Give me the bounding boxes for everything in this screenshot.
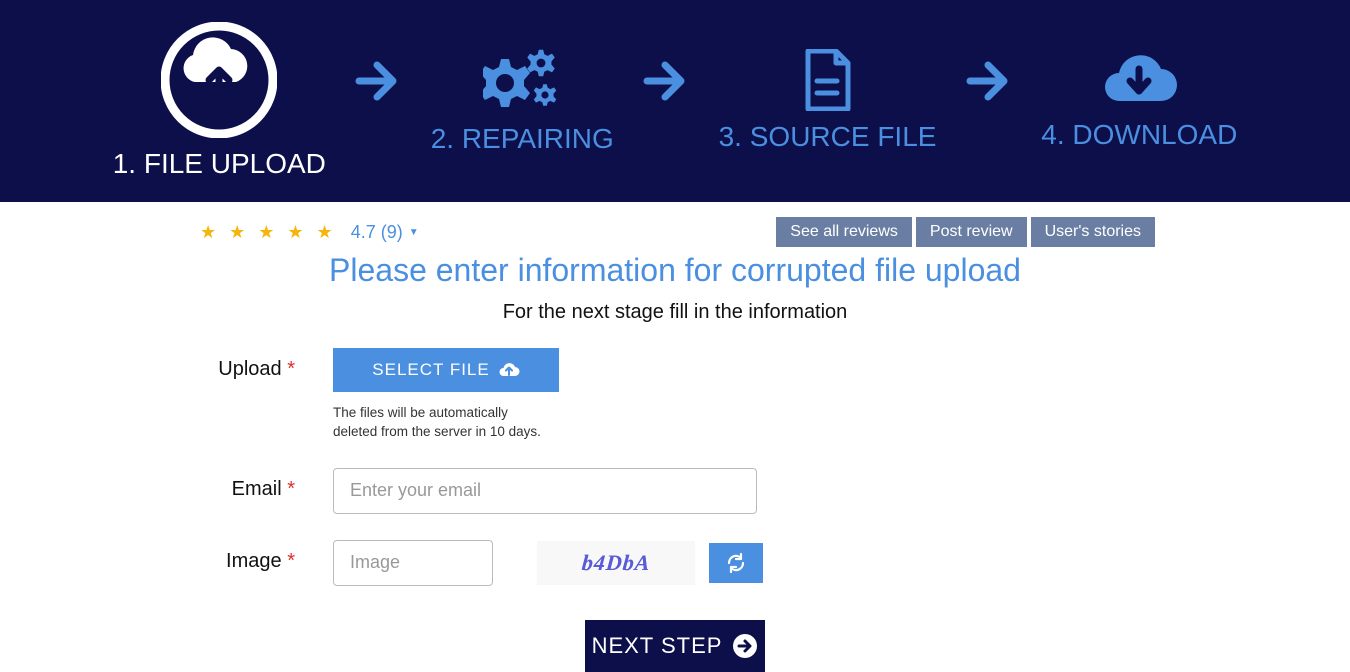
cloud-download-icon	[1099, 51, 1179, 109]
arrow-icon	[639, 54, 693, 108]
post-review-button[interactable]: Post review	[916, 217, 1027, 247]
next-step-label: NEXT STEP	[592, 633, 723, 659]
step-download: 4. DOWNLOAD	[1041, 51, 1237, 151]
steps-bar: 1. FILE UPLOAD 2. REPAIRING	[0, 0, 1350, 202]
step-source-file: 3. SOURCE FILE	[719, 49, 937, 153]
step-label: 1. FILE UPLOAD	[113, 148, 326, 180]
upload-row: Upload * SELECT FILE The files will be a…	[195, 348, 1155, 442]
caret-down-icon: ▼	[409, 227, 419, 238]
star-rating: ★ ★ ★ ★ ★	[200, 222, 337, 243]
step-repairing: 2. REPAIRING	[431, 47, 614, 155]
refresh-captcha-button[interactable]	[709, 543, 763, 583]
cloud-upload-icon	[498, 362, 520, 378]
arrow-icon	[351, 54, 405, 108]
select-file-label: SELECT FILE	[372, 360, 489, 380]
gears-icon	[483, 47, 561, 113]
rating-value: 4.7 (9)	[351, 222, 403, 243]
select-file-button[interactable]: SELECT FILE	[333, 348, 559, 392]
captcha-image: b4DbA	[537, 541, 695, 585]
step-label: 4. DOWNLOAD	[1041, 119, 1237, 151]
image-label: Image *	[195, 540, 295, 573]
captcha-field[interactable]	[333, 540, 493, 586]
arrow-icon	[962, 54, 1016, 108]
step-label: 3. SOURCE FILE	[719, 121, 937, 153]
reviews-row: ★ ★ ★ ★ ★ 4.7 (9) ▼ See all reviews Post…	[195, 202, 1155, 252]
email-label: Email *	[195, 468, 295, 501]
image-row: Image * b4DbA	[195, 540, 1155, 586]
next-step-button[interactable]: NEXT STEP	[585, 620, 765, 672]
refresh-icon	[726, 553, 746, 573]
cloud-upload-circle-icon	[161, 22, 277, 138]
upload-label: Upload *	[195, 348, 295, 381]
see-all-reviews-button[interactable]: See all reviews	[776, 217, 912, 247]
users-stories-button[interactable]: User's stories	[1031, 217, 1155, 247]
upload-helper-text: The files will be automatically deleted …	[333, 404, 553, 442]
reviews-buttons: See all reviews Post review User's stori…	[776, 217, 1155, 247]
rating-dropdown[interactable]: 4.7 (9) ▼	[351, 222, 419, 243]
upload-form: Upload * SELECT FILE The files will be a…	[195, 348, 1155, 672]
page-title: Please enter information for corrupted f…	[0, 252, 1350, 289]
email-row: Email *	[195, 468, 1155, 514]
email-field[interactable]	[333, 468, 757, 514]
step-file-upload: 1. FILE UPLOAD	[113, 22, 326, 180]
file-icon	[803, 49, 853, 111]
page-subtitle: For the next stage fill in the informati…	[0, 301, 1350, 324]
arrow-circle-right-icon	[732, 633, 758, 659]
step-label: 2. REPAIRING	[431, 123, 614, 155]
